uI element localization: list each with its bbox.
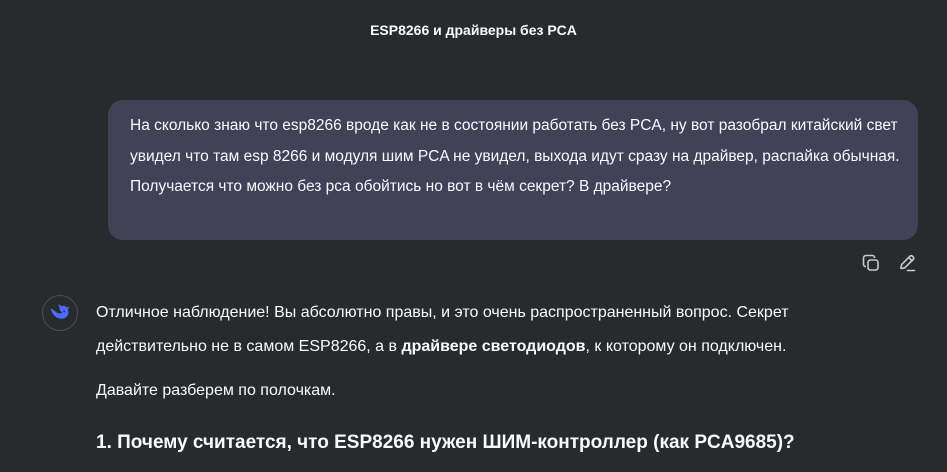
assistant-section-heading: 1. Почему считается, что ESP8266 нужен Ш… xyxy=(96,432,795,453)
assistant-paragraph: Отличное наблюдение! Вы абсолютно правы,… xyxy=(96,296,896,364)
assistant-avatar xyxy=(42,295,78,331)
user-message-text: На сколько знаю что esp8266 вроде как не… xyxy=(130,117,900,195)
copy-icon xyxy=(862,254,879,271)
assistant-paragraph-2: Давайте разберем по полочкам. xyxy=(96,382,336,399)
copy-button[interactable] xyxy=(861,253,881,273)
assistant-message: Отличное наблюдение! Вы абсолютно правы,… xyxy=(96,296,896,458)
deepseek-whale-icon xyxy=(50,304,70,319)
assistant-paragraph-text-end: , к которому он подключен. xyxy=(585,338,787,355)
edit-icon xyxy=(900,254,916,272)
edit-button[interactable] xyxy=(897,253,917,273)
user-message-bubble: На сколько знаю что esp8266 вроде как не… xyxy=(108,100,918,240)
chat-title: ESP8266 и драйверы без PCA xyxy=(370,22,577,38)
assistant-bold-text: драйвере светодиодов xyxy=(401,338,586,355)
